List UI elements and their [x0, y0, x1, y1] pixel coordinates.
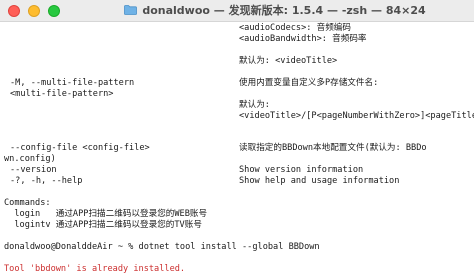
terminal-line: <audioCodecs>: 音频编码	[239, 23, 351, 33]
terminal-line: Commands:	[4, 198, 51, 208]
terminal-line: logintv 通过APP扫描二维码以登录您的TV账号	[4, 220, 202, 230]
folder-icon	[124, 5, 138, 15]
terminal-line: --config-file <config-file>	[10, 143, 150, 153]
terminal-error-line: Tool 'bbdown' is already installed.	[4, 264, 186, 274]
terminal-line: -M, --multi-file-pattern	[10, 78, 135, 88]
title-bar: donaldwoo — 发现新版本: 1.5.4 — -zsh — 84×24	[0, 0, 474, 22]
terminal-line: login 通过APP扫描二维码以登录您的WEB账号	[4, 209, 208, 219]
terminal-line: 默认为:	[239, 100, 270, 110]
window-title: donaldwoo — 发现新版本: 1.5.4 — -zsh — 84×24	[142, 4, 426, 17]
close-button[interactable]	[8, 5, 20, 17]
terminal-line: 使用内置变量自定义多P存储文件名:	[239, 78, 379, 88]
minimize-button[interactable]	[28, 5, 40, 17]
zoom-button[interactable]	[48, 5, 60, 17]
terminal-line: <audioBandwidth>: 音频码率	[239, 34, 367, 44]
terminal-prompt-line: donaldwoo@DonalddeAir ~ % dotnet tool in…	[4, 242, 320, 252]
terminal-line: <multi-file-pattern>	[10, 89, 114, 99]
terminal-line: --version	[10, 165, 57, 175]
terminal-line: wn.config)	[4, 154, 56, 164]
terminal-line: Show version information	[239, 165, 364, 175]
terminal-line: <videoTitle>/[P<pageNumberWithZero>]<pag…	[239, 111, 474, 121]
terminal-window: donaldwoo — 发现新版本: 1.5.4 — -zsh — 84×24 …	[0, 0, 474, 276]
terminal-line: 读取指定的BBDown本地配置文件(默认为: BBDo	[239, 143, 427, 153]
terminal-line: Show help and usage information	[239, 176, 400, 186]
window-title-area: donaldwoo — 发现新版本: 1.5.4 — -zsh — 84×24	[90, 0, 460, 22]
terminal-line: 默认为: <videoTitle>	[239, 56, 338, 66]
terminal-line: -?, -h, --help	[10, 176, 83, 186]
terminal-content[interactable]: <audioCodecs>: 音频编码 <audioBandwidth>: 音频…	[0, 22, 474, 276]
